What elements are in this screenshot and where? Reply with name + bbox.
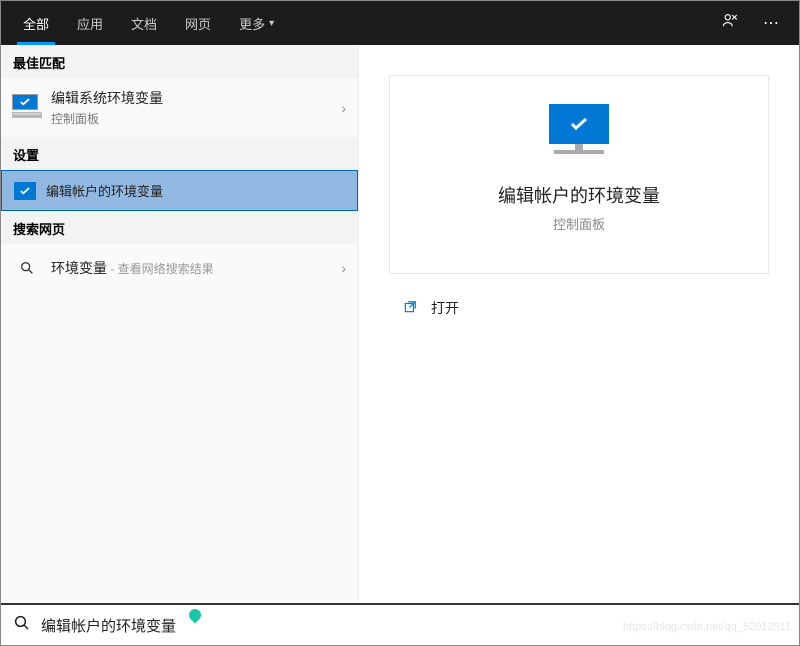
tab-all[interactable]: 全部: [9, 1, 63, 45]
tab-web[interactable]: 网页: [171, 1, 225, 45]
open-icon: [403, 300, 417, 317]
chevron-down-icon: ▾: [269, 18, 274, 29]
search-icon: [13, 254, 41, 282]
monitor-small-icon: [14, 182, 36, 200]
result-hint: - 查看网络搜索结果: [107, 262, 214, 276]
result-edit-system-env[interactable]: 编辑系统环境变量 控制面板 ›: [1, 78, 358, 137]
tab-label: 网页: [185, 14, 211, 33]
tab-label: 全部: [23, 14, 49, 33]
header-bar: 全部 应用 文档 网页 更多 ▾ ⋯: [1, 1, 799, 45]
search-icon: [13, 614, 31, 637]
feedback-icon[interactable]: [709, 12, 751, 35]
tab-label: 更多: [239, 14, 265, 33]
result-title: 编辑系统环境变量: [51, 88, 341, 108]
chevron-right-icon: ›: [341, 260, 346, 276]
result-title: 编辑帐户的环境变量: [46, 181, 345, 200]
section-best-match: 最佳匹配: [1, 45, 358, 78]
monitor-large-icon: [545, 104, 613, 162]
tab-label: 文档: [131, 14, 157, 33]
results-panel: 最佳匹配 编辑系统环境变量 控制面板 › 设置 编辑帐户的环境变量: [1, 45, 359, 603]
section-settings: 设置: [1, 137, 358, 170]
watermark-text: https://blog.csdn.net/qq_52012511: [623, 621, 791, 633]
tab-docs[interactable]: 文档: [117, 1, 171, 45]
more-options-icon[interactable]: ⋯: [751, 13, 791, 33]
tab-more[interactable]: 更多 ▾: [225, 1, 288, 45]
open-label: 打开: [431, 298, 459, 318]
result-subtitle: 控制面板: [51, 110, 341, 127]
result-edit-account-env[interactable]: 编辑帐户的环境变量: [1, 170, 358, 211]
preview-panel: 编辑帐户的环境变量 控制面板 打开: [359, 45, 799, 603]
monitor-icon: [13, 94, 41, 122]
tab-apps[interactable]: 应用: [63, 1, 117, 45]
result-title: 环境变量: [51, 260, 107, 276]
chevron-right-icon: ›: [341, 100, 346, 116]
section-web: 搜索网页: [1, 211, 358, 244]
tab-label: 应用: [77, 14, 103, 33]
preview-title: 编辑帐户的环境变量: [498, 182, 660, 208]
preview-card: 编辑帐户的环境变量 控制面板: [389, 75, 769, 274]
content-area: 最佳匹配 编辑系统环境变量 控制面板 › 设置 编辑帐户的环境变量: [1, 45, 799, 603]
preview-subtitle: 控制面板: [553, 214, 605, 233]
result-web-search[interactable]: 环境变量 - 查看网络搜索结果 ›: [1, 244, 358, 292]
open-button[interactable]: 打开: [389, 290, 769, 326]
header-tabs: 全部 应用 文档 网页 更多 ▾: [9, 1, 288, 45]
